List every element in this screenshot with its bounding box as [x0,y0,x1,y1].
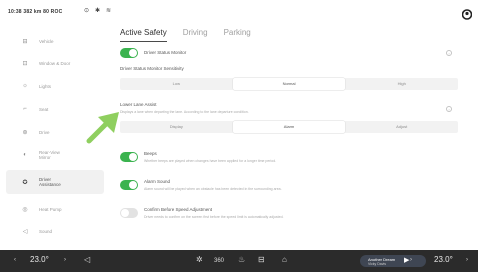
beeps-title: Beeps [144,151,157,156]
sidebar-item-label: Sound [39,228,53,234]
beeps-desc: Whether beeps are played when changes ha… [144,159,277,163]
tab-parking[interactable]: Parking [224,28,251,42]
speed-adjust-desc: Driver needs to confirm on the screen fi… [144,215,284,219]
climate-360-icon[interactable]: 360 [214,256,224,266]
right-chevron-icon[interactable]: › [466,255,468,265]
sidebar-item-label: Driver Assistance [39,177,61,187]
beeps-row: Beeps Whether beeps are played when chan… [120,150,458,166]
speed-adjust-row: Confirm Before Speed Adjustment Driver n… [120,206,458,222]
lane-assist-row: Lower Lane Assist Displays a lane when d… [120,102,458,136]
status-bar: 10:38 382 km 80 ROC ⊙ ✱ ≋ [0,0,478,22]
sidebar-item-lights[interactable]: ☼ Lights [6,75,104,97]
bluetooth-icon: ✱ [95,8,101,14]
lane-assist-option-display[interactable]: Display [120,121,233,133]
window-icon: ⊡ [22,60,28,67]
settings-panel: Active Safety Driving Parking Driver Sta… [112,22,460,250]
sidebar-item-label: Lights [39,83,52,89]
steering-icon: ⊛ [22,129,28,136]
info-icon[interactable]: › [446,106,452,112]
sidebar-item-label: Seat [39,106,49,112]
lane-assist-option-alarm[interactable]: Alarm [232,121,346,133]
sidebar-item-label: Heat Pump [39,206,62,212]
alarm-sound-row: Alarm Sound Alarm sound will be played w… [120,178,458,194]
lane-assist-desc: Displays a lane when departing the lane.… [120,110,249,114]
driver-status-monitor-toggle[interactable] [120,48,138,58]
status-readout: 10:38 382 km 80 ROC [8,9,63,15]
sensitivity-option-normal[interactable]: Normal [232,78,346,90]
speed-adjust-toggle[interactable] [120,208,138,218]
lights-icon: ☼ [22,83,28,89]
toggle-knob [129,49,137,57]
sidebar-item-window-door[interactable]: ⊡ Window & Door [6,52,104,74]
seat-heat-icon[interactable]: ♨ [238,255,245,265]
tab-driving[interactable]: Driving [183,28,208,42]
toggle-knob [121,209,129,217]
info-icon[interactable]: › [446,50,452,56]
sound-icon: ◁ [22,228,28,235]
profile-icon[interactable] [462,9,472,20]
fan-icon[interactable]: ✲ [196,255,203,265]
driver-status-monitor-title: Driver Status Monitor [144,50,187,55]
beeps-toggle[interactable] [120,152,138,162]
media-artist: Vicky Davis [368,262,387,266]
lane-assist-option-adjust[interactable]: Adjust [345,121,458,133]
sidebar-item-label: Vehicle [39,38,54,44]
left-chevron-icon[interactable]: ‹ [14,255,16,265]
lane-assist-selector: Display Alarm Adjust [120,121,458,133]
mirror-icon: ◐ [23,152,27,158]
toggle-knob [129,153,137,161]
right-temperature[interactable]: 23.0° [434,255,453,264]
car-icon[interactable]: ⊟ [258,255,265,265]
tab-active-safety[interactable]: Active Safety [120,28,167,42]
driver-assist-icon: ✪ [22,179,28,186]
toggle-knob [129,181,137,189]
home-icon[interactable]: ⌂ [282,255,287,265]
media-player[interactable]: Another Dream Vicky Davis ▶ [360,255,426,267]
lane-assist-title: Lower Lane Assist [120,102,157,107]
sensitivity-title: Driver Status Monitor Sensitivity [120,66,184,71]
play-icon[interactable]: ▶ [404,256,409,266]
network-icon: ≋ [106,8,112,14]
left-chevron-right-icon[interactable]: › [64,255,66,265]
car-icon: ⊟ [22,38,28,45]
annotation-arrow [86,112,119,144]
heat-pump-icon: ◎ [22,206,28,213]
alarm-sound-title: Alarm Sound [144,179,171,184]
bottom-bar: ‹ 23.0° › ◁ ✲ 360 ♨ ⊟ ⌂ Another Dream Vi… [0,250,478,272]
sensitivity-option-low[interactable]: Low [120,78,233,90]
driver-status-monitor-row: Driver Status Monitor › [120,46,458,60]
sidebar-item-label: Rear-View Mirror [39,150,60,160]
sensitivity-option-high[interactable]: High [345,78,458,90]
sidebar-item-heat-pump[interactable]: ◎ Heat Pump [6,198,104,220]
alarm-sound-toggle[interactable] [120,180,138,190]
signal-icon: ⊙ [84,8,90,14]
alarm-sound-desc: Alarm sound will be played when an obsta… [144,187,282,191]
volume-icon[interactable]: ◁ [84,255,90,265]
sensitivity-selector: Low Normal High [120,78,458,90]
sidebar-item-sound[interactable]: ◁ Sound [6,220,104,242]
sidebar-item-rear-view-mirror[interactable]: ◐ Rear-View Mirror [6,144,104,166]
sidebar-item-driver-assistance[interactable]: ✪ Driver Assistance [6,170,104,194]
tab-bar: Active Safety Driving Parking [120,28,267,42]
sidebar-item-label: Drive [39,129,50,135]
sensitivity-row: Driver Status Monitor Sensitivity Low No… [120,66,458,96]
seat-icon: ⌐ [23,106,27,112]
next-icon[interactable]: › [410,255,412,265]
sidebar-item-label: Window & Door [39,60,71,66]
speed-adjust-title: Confirm Before Speed Adjustment [144,207,213,212]
sidebar-item-vehicle[interactable]: ⊟ Vehicle [6,30,104,52]
left-temperature[interactable]: 23.0° [30,255,49,264]
